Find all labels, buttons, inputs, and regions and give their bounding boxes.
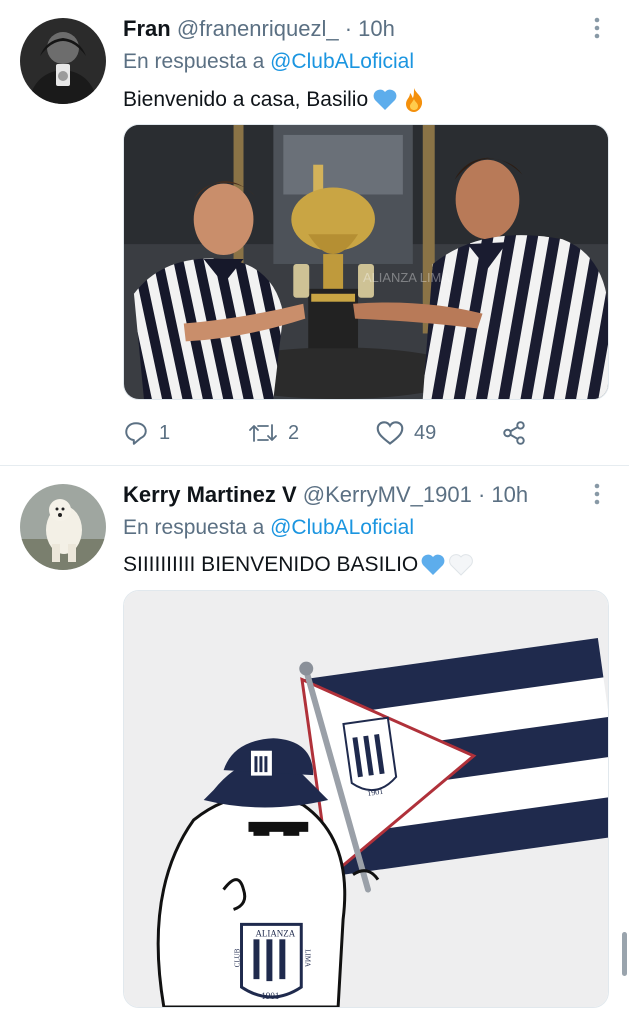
- reply-mention-link[interactable]: @ClubALoficial: [270, 50, 414, 73]
- avatar-kerry[interactable]: [20, 484, 106, 570]
- user-handle[interactable]: @KerryMV_1901: [303, 482, 472, 507]
- share-icon: [503, 421, 525, 445]
- timestamp[interactable]: 10h: [358, 16, 395, 41]
- reply-context: En respuesta a @ClubALoficial: [123, 48, 414, 76]
- scrollbar-thumb[interactable]: [622, 932, 627, 976]
- heart-icon: [376, 421, 404, 445]
- fire-icon: [406, 88, 423, 112]
- tweet-actions: 1 2 49: [123, 418, 543, 448]
- separator: ·: [344, 16, 353, 41]
- more-options-button[interactable]: [587, 480, 607, 508]
- crest-year-label: 1901: [261, 991, 279, 1001]
- retweet-count: 2: [288, 421, 300, 444]
- display-name[interactable]: Kerry Martinez V: [123, 482, 297, 507]
- tweet-text: SIIIIIIIIII BIENVENIDO BASILIO: [123, 551, 474, 579]
- crest-left-label: CLUB: [234, 948, 242, 967]
- avatar-fran[interactable]: [20, 18, 106, 104]
- photo-watermark: ALIANZA LIMA: [363, 270, 450, 285]
- crest-right-label: LIMA: [303, 949, 311, 967]
- display-name[interactable]: Fran: [123, 16, 171, 41]
- reply-button[interactable]: 1: [123, 418, 170, 448]
- reply-prefix: En respuesta a: [123, 516, 265, 539]
- more-options-button[interactable]: [587, 14, 607, 42]
- tweet-photo[interactable]: ALIANZA LIMA: [123, 124, 609, 400]
- reply-count: 1: [159, 421, 171, 444]
- timestamp[interactable]: 10h: [491, 482, 528, 507]
- share-button[interactable]: [501, 418, 527, 448]
- more-vertical-icon: [594, 483, 600, 505]
- retweet-button[interactable]: 2: [248, 418, 299, 448]
- user-handle[interactable]: @franenriquezl_: [177, 16, 339, 41]
- like-count: 49: [414, 421, 437, 444]
- blue-heart-icon: [421, 554, 445, 575]
- reply-prefix: En respuesta a: [123, 50, 265, 73]
- more-vertical-icon: [594, 17, 600, 39]
- white-heart-icon: [449, 554, 474, 576]
- reply-context: En respuesta a @ClubALoficial: [123, 514, 414, 542]
- like-button[interactable]: 49: [376, 418, 436, 448]
- reply-icon: [125, 422, 147, 445]
- reply-mention-link[interactable]: @ClubALoficial: [270, 516, 414, 539]
- tweet-header: Kerry Martinez V @KerryMV_1901 · 10h: [123, 481, 528, 509]
- tweet-fran[interactable]: Fran @franenriquezl_ · 10h En respuesta …: [0, 0, 629, 466]
- tweet-text-content: SIIIIIIIIII BIENVENIDO BASILIO: [123, 553, 419, 576]
- separator: ·: [477, 482, 486, 507]
- blue-heart-icon: [373, 89, 397, 110]
- tweet-text-content: Bienvenido a casa, Basilio: [123, 88, 369, 111]
- tweet-header: Fran @franenriquezl_ · 10h: [123, 15, 395, 43]
- tweet-kerry[interactable]: Kerry Martinez V @KerryMV_1901 · 10h En …: [0, 466, 629, 1024]
- tweet-photo[interactable]: 1901 ALIANZA CLUB LIMA 1901: [123, 590, 609, 1008]
- tweet-text: Bienvenido a casa, Basilio: [123, 86, 426, 114]
- crest-top-label: ALIANZA: [255, 928, 295, 938]
- retweet-icon: [249, 424, 277, 442]
